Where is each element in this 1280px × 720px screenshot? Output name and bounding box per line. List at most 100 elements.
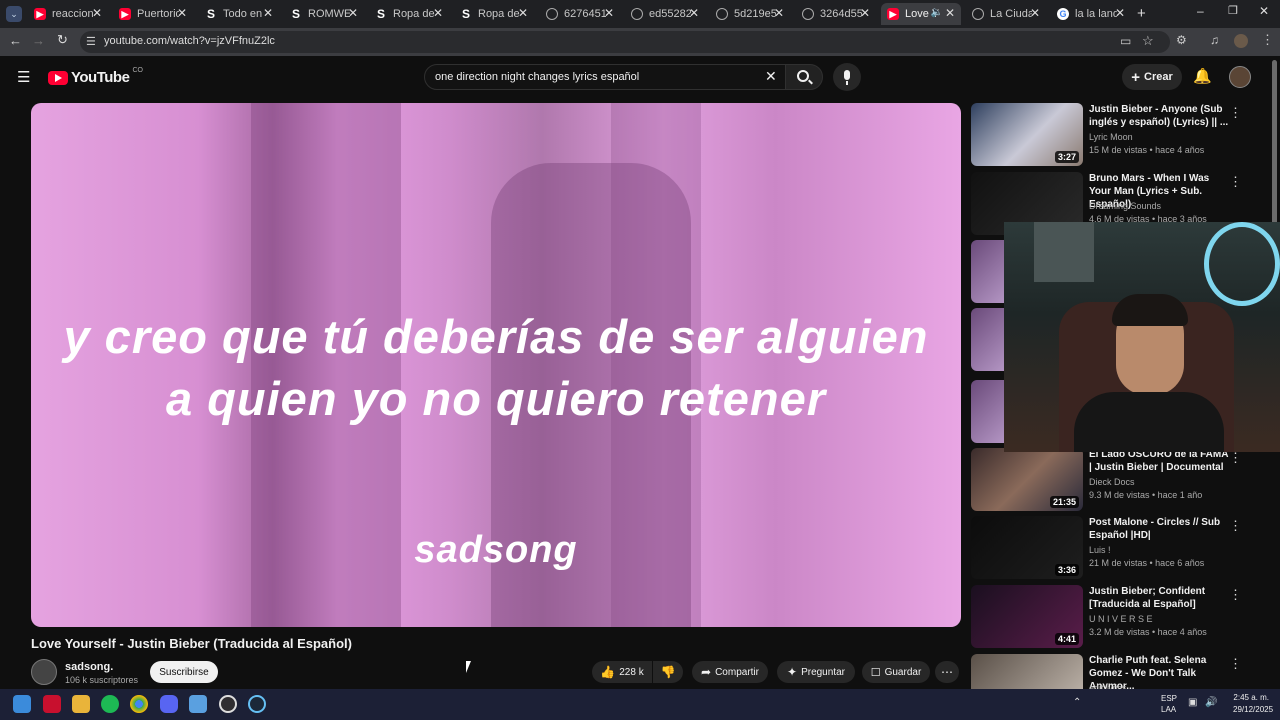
close-tab-icon[interactable]: ✕ xyxy=(177,6,187,20)
page-scrollbar[interactable] xyxy=(1272,60,1277,225)
language-code[interactable]: ESP xyxy=(1161,694,1177,703)
browser-tab[interactable]: ▶ Love Y ✕ 🔈 xyxy=(881,3,961,25)
video-thumbnail[interactable]: 21:35 xyxy=(971,448,1083,511)
back-icon[interactable]: ← xyxy=(9,33,22,48)
browser-tab[interactable]: Gla la land ✕ xyxy=(1051,3,1131,25)
share-button[interactable]: ➦ Compartir xyxy=(692,661,768,683)
like-button[interactable]: 👍 228 k xyxy=(592,661,652,683)
more-vertical-icon[interactable]: ⋮ xyxy=(1229,174,1242,190)
voice-search-button[interactable] xyxy=(833,63,861,91)
search-button[interactable] xyxy=(785,64,823,90)
recommended-channel[interactable]: Dreaming Sounds xyxy=(1089,201,1161,211)
close-tab-icon[interactable]: ✕ xyxy=(860,6,870,20)
more-vertical-icon[interactable]: ⋮ xyxy=(1229,518,1242,534)
close-tab-icon[interactable]: ✕ xyxy=(689,6,699,20)
browser-tab[interactable]: ed552829✕ xyxy=(625,3,705,25)
notifications-bell-icon[interactable]: 🔔 xyxy=(1193,67,1212,85)
spotify-icon[interactable] xyxy=(101,695,119,713)
close-tab-icon[interactable]: ✕ xyxy=(348,6,358,20)
channel-avatar[interactable] xyxy=(31,659,57,685)
more-vertical-icon[interactable]: ⋮ xyxy=(1229,656,1242,672)
recommended-channel[interactable]: U N I V E R S E xyxy=(1089,614,1153,624)
clear-search-icon[interactable]: ✕ xyxy=(765,68,777,85)
menu-icon[interactable]: ☰ xyxy=(17,68,30,86)
more-vertical-icon[interactable]: ⋮ xyxy=(1229,450,1242,466)
channel-name[interactable]: sadsong. xyxy=(65,661,113,673)
close-tab-icon[interactable]: ✕ xyxy=(1030,6,1040,20)
url-text[interactable]: youtube.com/watch?v=jzVFfnuZ2lc xyxy=(104,35,275,47)
close-tab-icon[interactable]: ✕ xyxy=(518,6,528,20)
close-tab-icon[interactable]: ✕ xyxy=(433,6,443,20)
browser-tab[interactable]: S Ropa de M✕ xyxy=(369,3,449,25)
browser-tab[interactable]: 5d219e58✕ xyxy=(710,3,790,25)
notepad-icon[interactable] xyxy=(189,695,207,713)
recommended-video[interactable]: 3:27 Justin Bieber - Anyone (Sub inglés y… xyxy=(971,103,1261,167)
video-thumbnail[interactable]: 3:36 xyxy=(971,516,1083,579)
recommended-channel[interactable]: Lyric Moon xyxy=(1089,132,1133,142)
video-thumbnail[interactable]: 3:27 xyxy=(971,103,1083,166)
windows-start-icon[interactable] xyxy=(13,695,31,713)
subscribe-button[interactable]: Suscribirse xyxy=(150,661,218,683)
extensions-icon[interactable]: ⚙ xyxy=(1176,33,1187,47)
video-thumbnail[interactable]: 4:41 xyxy=(971,585,1083,648)
create-button[interactable]: + Crear xyxy=(1122,64,1182,90)
bookmark-star-icon[interactable]: ☆ xyxy=(1142,33,1154,49)
ask-button[interactable]: ✦ Preguntar xyxy=(777,661,855,683)
more-actions-button[interactable]: ⋯ xyxy=(935,661,959,683)
discord-icon[interactable] xyxy=(160,695,178,713)
volume-icon[interactable]: 🔊 xyxy=(1205,697,1217,708)
file-explorer-icon[interactable] xyxy=(72,695,90,713)
browser-tab[interactable]: S ROMWE M✕ xyxy=(284,3,364,25)
browser-tab[interactable]: 3264d552✕ xyxy=(796,3,876,25)
browser-tab[interactable]: ▶ Puertoriqu✕ xyxy=(113,3,193,25)
cast-icon[interactable]: ▭ xyxy=(1120,34,1131,48)
browser-tab[interactable]: La Ciudad✕ xyxy=(966,3,1046,25)
search-input[interactable]: one direction night changes lyrics españ… xyxy=(424,64,786,90)
forward-icon[interactable]: → xyxy=(32,33,45,48)
close-tab-icon[interactable]: ✕ xyxy=(92,6,102,20)
obs-icon[interactable] xyxy=(219,695,237,713)
save-button[interactable]: ☐ Guardar xyxy=(862,661,930,683)
browser-menu-icon[interactable]: ⋮ xyxy=(1261,32,1274,48)
recommended-title[interactable]: Post Malone - Circles // Sub Español |HD… xyxy=(1089,516,1231,542)
minimize-button[interactable]: – xyxy=(1197,4,1204,18)
browser-tab[interactable]: 6276451a-✕ xyxy=(540,3,620,25)
youtube-logo[interactable]: YouTube CO xyxy=(48,67,143,86)
restore-button[interactable]: ❐ xyxy=(1228,4,1238,17)
news-app-icon[interactable] xyxy=(43,695,61,713)
close-tab-icon[interactable]: ✕ xyxy=(1115,6,1125,20)
recommended-video[interactable]: 3:36 Post Malone - Circles // Sub Español… xyxy=(971,516,1261,580)
dislike-button[interactable]: 👎 xyxy=(653,661,683,683)
keyboard-layout[interactable]: LAA xyxy=(1161,705,1176,714)
close-tab-icon[interactable]: ✕ xyxy=(945,6,955,20)
recommended-channel[interactable]: Luis ! xyxy=(1089,545,1111,555)
clock-time[interactable]: 2:45 a. m. xyxy=(1233,693,1269,702)
chrome-icon[interactable] xyxy=(130,695,148,713)
new-tab-button[interactable]: + xyxy=(1137,5,1146,22)
recommended-video[interactable]: 4:41 Justin Bieber; Confident [Traducida … xyxy=(971,585,1261,649)
reload-icon[interactable]: ↻ xyxy=(57,32,68,48)
profile-avatar[interactable] xyxy=(1234,34,1248,48)
tab-search-button[interactable]: ⌄ xyxy=(6,6,22,22)
media-icon[interactable]: ♫ xyxy=(1210,33,1219,47)
tray-overflow-icon[interactable]: ⌃ xyxy=(1073,697,1081,708)
browser-tab[interactable]: S Todo en el✕ xyxy=(199,3,279,25)
steam-icon[interactable] xyxy=(248,695,266,713)
more-vertical-icon[interactable]: ⋮ xyxy=(1229,587,1242,603)
clock-date[interactable]: 29/12/2025 xyxy=(1233,705,1273,714)
recommended-channel[interactable]: Dieck Docs xyxy=(1089,477,1135,487)
address-bar[interactable]: ☰ youtube.com/watch?v=jzVFfnuZ2lc ▭ ☆ xyxy=(80,31,1170,53)
video-player[interactable]: y creo que tú deberías de ser alguien a … xyxy=(31,103,961,627)
audio-playing-icon[interactable]: 🔈 xyxy=(931,7,943,18)
search-query-text[interactable]: one direction night changes lyrics españ… xyxy=(435,71,639,83)
site-info-icon[interactable]: ☰ xyxy=(86,35,96,48)
recommended-title[interactable]: Justin Bieber; Confident [Traducida al E… xyxy=(1089,585,1231,611)
more-vertical-icon[interactable]: ⋮ xyxy=(1229,105,1242,121)
browser-tab[interactable]: ▶ reaccion d✕ xyxy=(28,3,108,25)
account-avatar[interactable] xyxy=(1229,66,1251,88)
close-tab-icon[interactable]: ✕ xyxy=(774,6,784,20)
close-window-button[interactable]: ✕ xyxy=(1259,4,1269,18)
browser-tab[interactable]: S Ropa de M✕ xyxy=(454,3,534,25)
recommended-title[interactable]: Justin Bieber - Anyone (Sub inglés y esp… xyxy=(1089,103,1231,129)
close-tab-icon[interactable]: ✕ xyxy=(263,6,273,20)
